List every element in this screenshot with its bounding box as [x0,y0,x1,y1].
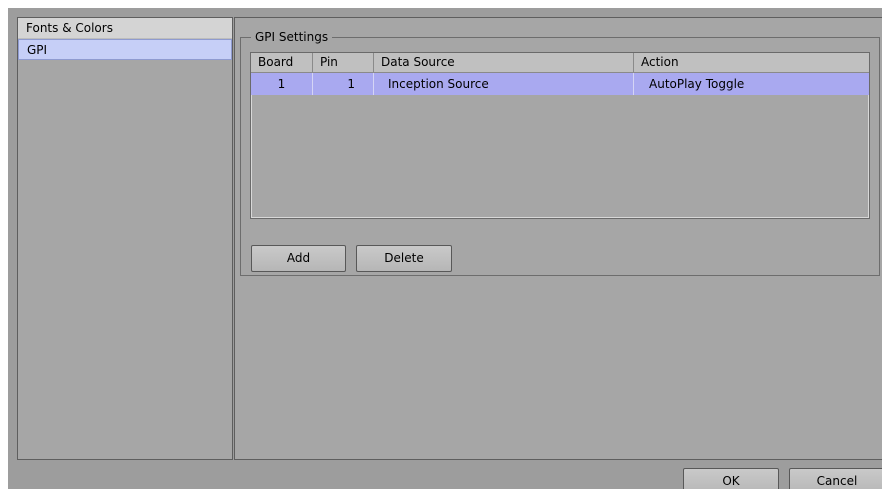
category-item-label: GPI [27,43,48,57]
column-header-pin[interactable]: Pin [313,53,374,72]
gpi-settings-group: GPI Settings Board Pin Data Source Actio… [240,29,880,276]
cancel-button[interactable]: Cancel [789,468,882,489]
settings-dialog: Fonts & Colors GPI GPI Settings Board Pi… [8,8,882,489]
gpi-table: Board Pin Data Source Action 1 1 Incepti… [250,52,870,219]
column-header-action[interactable]: Action [634,53,869,72]
cell-board: 1 [251,73,313,95]
ok-button[interactable]: OK [683,468,779,489]
table-row[interactable]: 1 1 Inception Source AutoPlay Toggle [251,73,869,95]
column-header-board[interactable]: Board [251,53,313,72]
category-item-label: Fonts & Colors [26,21,113,35]
add-button[interactable]: Add [251,245,346,272]
settings-content: GPI Settings Board Pin Data Source Actio… [234,17,882,460]
cell-pin: 1 [313,73,374,95]
category-item-gpi[interactable]: GPI [18,39,232,60]
cell-data-source: Inception Source [374,73,634,95]
category-list: Fonts & Colors GPI [17,17,233,460]
cell-action: AutoPlay Toggle [649,77,745,91]
group-title: GPI Settings [251,29,333,45]
column-header-data-source[interactable]: Data Source [374,53,634,72]
table-header: Board Pin Data Source Action [251,53,869,73]
category-item-fonts-colors[interactable]: Fonts & Colors [18,18,232,39]
delete-button[interactable]: Delete [356,245,452,272]
